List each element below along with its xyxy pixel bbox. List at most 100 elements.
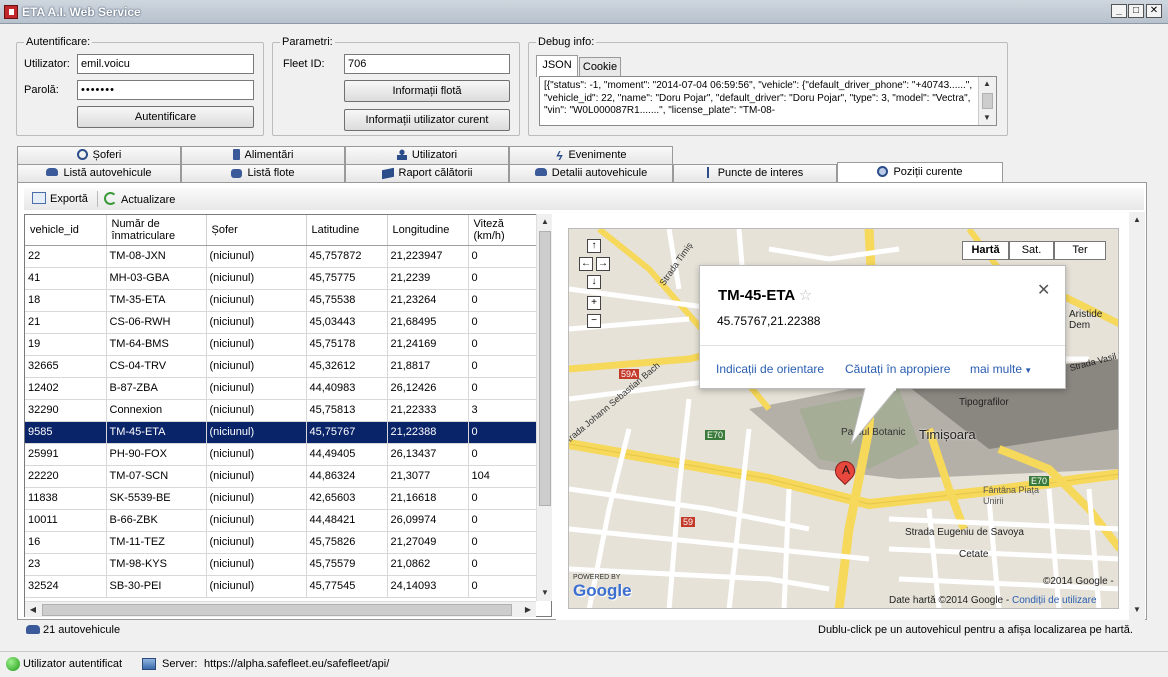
debug-textbox[interactable]: [{"status": -1, "moment": "2014-07-04 06…: [539, 76, 997, 126]
map-type-terrain-button[interactable]: Ter: [1054, 241, 1106, 260]
table-row[interactable]: 32665 CS-04-TRV (niciunul) 45,32612 21,8817 0: [25, 355, 541, 378]
directions-link[interactable]: Indicații de orientare: [716, 362, 824, 376]
table-cell: TM-45-ETA: [106, 421, 207, 444]
grid-scroll-thumb[interactable]: [539, 231, 551, 506]
pan-down-icon[interactable]: ↓: [587, 275, 601, 289]
tab-current-positions[interactable]: Poziții curente: [837, 162, 1003, 183]
debug-scrollbar[interactable]: ▲ ▼: [978, 77, 996, 125]
search-nearby-link[interactable]: Căutați în apropiere: [845, 362, 950, 376]
tab-trip-report[interactable]: Raport călătorii: [345, 164, 509, 182]
pan-right-icon[interactable]: →: [596, 257, 610, 271]
pan-left-icon[interactable]: ←: [579, 257, 593, 271]
table-row[interactable]: 22220 TM-07-SCN (niciunul) 44,86324 21,3077 1…: [25, 465, 541, 488]
tab-vehicle-details[interactable]: Detalii autovehicule: [509, 164, 673, 182]
table-cell: (niciunul): [206, 575, 307, 598]
star-icon[interactable]: ☆: [799, 287, 812, 304]
export-button[interactable]: Exportă: [32, 192, 88, 205]
zoom-in-icon[interactable]: +: [587, 296, 601, 310]
refresh-button[interactable]: Actualizare: [104, 192, 175, 206]
more-link[interactable]: mai multe ▼: [970, 362, 1032, 376]
table-cell: (niciunul): [206, 245, 307, 268]
google-map[interactable]: Timișoara Parcul Botanic Tipografilor Ar…: [568, 228, 1119, 609]
column-header[interactable]: vehicle_id: [25, 215, 107, 246]
table-row[interactable]: 23 TM-98-KYS (niciunul) 45,75579 21,0862 0: [25, 553, 541, 576]
debug-scroll-up-icon[interactable]: ▲: [979, 77, 995, 91]
table-cell: SK-5539-BE: [106, 487, 207, 510]
params-group-label: Parametri:: [280, 36, 335, 48]
server-icon: [142, 658, 156, 670]
debug-scroll-thumb[interactable]: [982, 93, 993, 109]
tab-vehicle-list[interactable]: Listă autovehicule: [17, 164, 181, 182]
maximize-button[interactable]: □: [1128, 4, 1144, 18]
column-header[interactable]: Viteză (km/h): [468, 215, 541, 246]
table-row[interactable]: 32524 SB-30-PEI (niciunul) 45,77545 24,14093…: [25, 575, 541, 598]
debug-scroll-down-icon[interactable]: ▼: [979, 111, 995, 125]
login-button[interactable]: Autentificare: [77, 106, 254, 128]
table-cell: (niciunul): [206, 465, 307, 488]
table-row[interactable]: 32290 Connexion (niciunul) 45,75813 21,22333…: [25, 399, 541, 422]
table-row[interactable]: 16 TM-11-TEZ (niciunul) 45,75826 21,27049 0: [25, 531, 541, 554]
grid-vertical-scrollbar[interactable]: ▲ ▼: [536, 214, 552, 601]
table-cell: (niciunul): [206, 355, 307, 378]
tab-fleet-list[interactable]: Listă flote: [181, 164, 345, 182]
table-row[interactable]: 10011 B-66-ZBK (niciunul) 44,48421 26,09974 0: [25, 509, 541, 532]
table-cell: 25991: [25, 443, 107, 466]
tab-cookie[interactable]: Cookie: [579, 57, 621, 76]
grid-scroll-up-icon[interactable]: ▲: [537, 214, 553, 230]
map-scroll-up-icon[interactable]: ▲: [1129, 212, 1145, 228]
table-cell: 45,75579: [306, 553, 388, 576]
column-header[interactable]: Latitudine: [306, 215, 388, 246]
table-row[interactable]: 21 CS-06-RWH (niciunul) 45,03443 21,68495 0: [25, 311, 541, 334]
table-row[interactable]: 19 TM-64-BMS (niciunul) 45,75178 21,24169 0: [25, 333, 541, 356]
column-header[interactable]: Număr de înmatriculare: [106, 215, 207, 246]
debug-json-text: [{"status": -1, "moment": "2014-07-04 06…: [544, 80, 973, 116]
map-scroll-down-icon[interactable]: ▼: [1129, 602, 1145, 618]
fleet-id-input[interactable]: 706: [344, 54, 510, 74]
map-type-satellite-button[interactable]: Sat.: [1009, 241, 1054, 260]
tab-users[interactable]: Utilizatori: [345, 146, 509, 164]
user-info-button[interactable]: Informații utilizator curent: [344, 109, 510, 131]
map-vertical-scrollbar[interactable]: ▲ ▼: [1129, 212, 1145, 620]
terms-link[interactable]: Condiții de utilizare: [1012, 595, 1097, 606]
google-logo[interactable]: Google: [573, 581, 632, 601]
tab-drivers-label: Șoferi: [92, 149, 122, 161]
column-header[interactable]: Longitudine: [387, 215, 469, 246]
fleet-info-button[interactable]: Informații flotă: [344, 80, 510, 102]
grid-scroll-down-icon[interactable]: ▼: [537, 585, 553, 601]
grid-horizontal-scrollbar[interactable]: ◀ ▶: [25, 601, 536, 617]
table-cell: 21,27049: [387, 531, 469, 554]
user-input[interactable]: emil.voicu: [77, 54, 254, 74]
table-row[interactable]: 9585 TM-45-ETA (niciunul) 45,75767 21,22388 0: [25, 421, 541, 444]
export-icon: [32, 192, 46, 204]
tab-json[interactable]: JSON: [536, 55, 578, 77]
column-header[interactable]: Șofer: [206, 215, 307, 246]
vehicle-grid[interactable]: vehicle_id Număr de înmatriculare Șofer Lat…: [24, 214, 552, 617]
pan-up-icon[interactable]: ↑: [587, 239, 601, 253]
table-row[interactable]: 22 TM-08-JXN (niciunul) 45,757872 21,223947 0: [25, 245, 541, 268]
table-cell: (niciunul): [206, 553, 307, 576]
grid-scroll-left-icon[interactable]: ◀: [25, 602, 41, 618]
table-cell: 9585: [25, 421, 107, 444]
table-row[interactable]: 25991 PH-90-FOX (niciunul) 44,49405 26,13437…: [25, 443, 541, 466]
close-button[interactable]: ✕: [1146, 4, 1162, 18]
tab-events[interactable]: ϟ Evenimente: [509, 146, 673, 164]
tab-fueling[interactable]: Alimentări: [181, 146, 345, 164]
minimize-button[interactable]: _: [1111, 4, 1127, 18]
zoom-out-icon[interactable]: −: [587, 314, 601, 328]
grid-scroll-right-icon[interactable]: ▶: [520, 602, 536, 618]
lightning-icon: ϟ: [556, 149, 563, 163]
popup-close-icon[interactable]: ✕: [1037, 280, 1050, 300]
table-row[interactable]: 41 MH-03-GBA (niciunul) 45,75775 21,2239 0: [25, 267, 541, 290]
table-cell: B-87-ZBA: [106, 377, 207, 400]
table-row[interactable]: 12402 B-87-ZBA (niciunul) 44,40983 26,12426 0: [25, 377, 541, 400]
table-cell: TM-07-SCN: [106, 465, 207, 488]
password-input[interactable]: •••••••: [77, 80, 254, 100]
server-label: Server:: [162, 658, 198, 670]
map-type-map-button[interactable]: Hartă: [962, 241, 1009, 260]
table-row[interactable]: 18 TM-35-ETA (niciunul) 45,75538 21,23264 0: [25, 289, 541, 312]
popup-divider: [700, 345, 1065, 346]
tab-drivers[interactable]: Șoferi: [17, 146, 181, 164]
tab-points-of-interest[interactable]: Puncte de interes: [673, 164, 837, 182]
grid-hscroll-thumb[interactable]: [42, 604, 512, 616]
table-row[interactable]: 11838 SK-5539-BE (niciunul) 42,65603 21,1661…: [25, 487, 541, 510]
